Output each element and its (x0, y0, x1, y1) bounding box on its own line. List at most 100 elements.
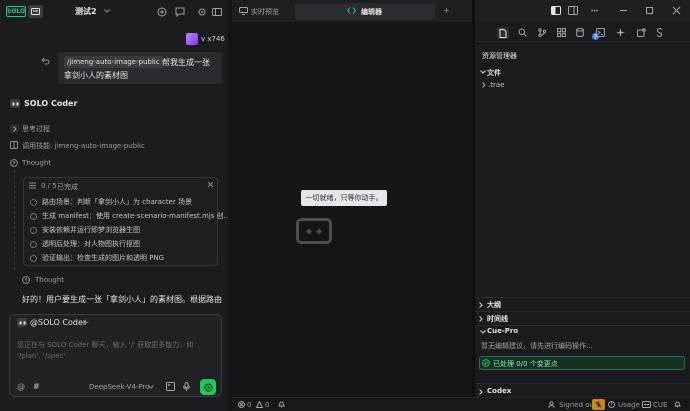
message-text-2: 拿剑小人的素材图 (64, 71, 128, 80)
puzzle-icon[interactable] (637, 28, 646, 37)
terminal-icon[interactable] (596, 28, 605, 37)
chevron-down-icon[interactable] (148, 385, 154, 389)
chevron-down-icon[interactable] (104, 9, 110, 13)
sparkle-icon[interactable] (82, 319, 89, 326)
composer-placeholder-2[interactable]: '/plan', '/spec' (17, 352, 65, 360)
error-icon[interactable] (238, 401, 245, 408)
timeline-section[interactable]: 时间线 (487, 314, 508, 324)
extensions-icon[interactable] (557, 28, 566, 37)
user-avatar (186, 33, 198, 45)
list-icon (29, 182, 36, 189)
image-icon[interactable] (166, 382, 175, 391)
outline-section[interactable]: 大纲 (487, 300, 501, 310)
chevron-right-icon[interactable] (482, 82, 486, 88)
more-icon[interactable] (590, 6, 599, 15)
composer-mention[interactable]: @SOLO Coder (30, 318, 86, 327)
chevron-right-icon[interactable] (479, 316, 483, 322)
clock-icon (10, 159, 18, 167)
layout-icon[interactable] (211, 6, 222, 17)
user-name: v x746 (201, 35, 225, 43)
close-icon[interactable] (672, 6, 681, 15)
cuepro-status: 已处理 0/0 个变更点 (493, 360, 558, 368)
chevron-right-icon[interactable] (10, 124, 19, 133)
usage-label[interactable]: Usage (618, 401, 640, 409)
task-item: 验证输出：检查生成的图片和透明 PNG (30, 253, 164, 263)
skill-call-label: 调用技能: jimeng-auto-image-public (22, 141, 145, 151)
settings-icon[interactable] (196, 6, 207, 17)
cue-icon[interactable] (642, 401, 651, 408)
ai-sparkle-icon[interactable] (616, 28, 625, 37)
code-icon (347, 7, 356, 14)
hash-icon[interactable]: # (33, 382, 40, 391)
message-text-1: 帮我生成一张 (162, 58, 210, 67)
maximize-icon[interactable] (645, 6, 654, 15)
circle-icon (30, 240, 37, 248)
undo-icon[interactable] (41, 57, 50, 65)
tab-editor-label[interactable]: 编辑器 (361, 7, 382, 17)
collapse-icon[interactable] (207, 181, 214, 188)
cue-label[interactable]: CUE (653, 401, 667, 409)
minimize-icon[interactable] (619, 6, 628, 15)
separator (475, 297, 690, 298)
task-item: 路由场景：判断「拿剑小人」为 character 场景 (30, 197, 192, 207)
reply-text: 好的！用户要生成一张「拿剑小人」的素材图。根据路由 (22, 295, 222, 304)
folder-trae[interactable]: .trae (488, 81, 504, 89)
explorer-title: 资源管理器 (482, 52, 517, 60)
layout-left-icon[interactable] (551, 6, 561, 15)
warning-icon[interactable] (256, 401, 263, 408)
task-item: 生成 manifest：使用 create-scenario-manifest.… (30, 211, 230, 221)
separator (475, 325, 690, 326)
bot-icon (17, 318, 27, 327)
skill-call-prefix: 调用技能: (22, 142, 53, 150)
task-text: 安装依赖并运行即梦浏览器生图 (42, 226, 140, 234)
chat-panel: SOLO 测试2 v x746 /jimeng-auto-image-publi… (0, 0, 230, 411)
bot-icon (10, 99, 20, 108)
chevron-down-icon[interactable] (480, 330, 486, 334)
send-button[interactable] (200, 379, 216, 395)
book-icon (10, 141, 18, 149)
tab-preview[interactable]: 实时预览 (251, 7, 279, 17)
robot-icon (296, 218, 332, 244)
task-text: 验证输出：检查生成的图片和透明 PNG (42, 254, 165, 262)
agent-name: SOLO Coder (24, 99, 78, 108)
notification-bell-icon[interactable] (674, 401, 681, 408)
chevron-down-icon[interactable] (480, 70, 486, 74)
at-icon[interactable]: @ (17, 382, 25, 391)
composer-placeholder-1[interactable]: 您正在与 SOLO Coder 聊天，输入 '/' 获取更多能力，如 (17, 340, 193, 350)
mic-icon[interactable] (183, 382, 190, 391)
account-icon[interactable] (548, 401, 555, 408)
task-text: 路由场景：判断「拿剑小人」为 character 场景 (42, 198, 192, 206)
search-icon[interactable] (518, 28, 527, 37)
separator (475, 383, 690, 384)
circle-icon (30, 212, 37, 220)
cue-s-icon[interactable] (656, 28, 663, 37)
solo-logo: SOLO (6, 6, 26, 17)
project-name[interactable]: 测试2 (75, 6, 97, 17)
new-chat-icon[interactable] (156, 6, 167, 17)
chevron-right-icon[interactable] (479, 302, 483, 308)
codex-section[interactable]: Codex (487, 387, 511, 395)
bell-icon[interactable] (278, 401, 285, 408)
database-icon[interactable] (576, 28, 584, 37)
task-text: 透明后处理：对人物图执行抠图 (42, 240, 140, 248)
think-process-toggle[interactable]: 思考过程 (22, 124, 50, 134)
editor-area (232, 22, 472, 397)
git-icon[interactable] (538, 28, 546, 37)
separator (475, 311, 690, 312)
circle-icon (30, 226, 37, 234)
files-section[interactable]: 文件 (487, 68, 501, 78)
model-selector[interactable]: DeepSeek-V4-Pro (89, 383, 150, 391)
task-status: 已完成 (57, 183, 78, 191)
bolt-icon[interactable] (592, 399, 605, 410)
panel-toggle-icon[interactable] (28, 5, 43, 18)
cuepro-section[interactable]: Cue-Pro (487, 327, 518, 335)
history-icon[interactable] (174, 6, 185, 17)
files-icon[interactable] (497, 27, 509, 39)
chevron-right-icon[interactable] (479, 389, 483, 395)
error-count[interactable]: 0 (247, 401, 251, 409)
usage-icon[interactable] (608, 401, 615, 408)
cuepro-hint: 暂无编辑建议，请先进行编码操作... (481, 342, 593, 350)
layout-right-icon[interactable] (568, 6, 578, 15)
add-tab-button[interactable]: + (443, 6, 450, 15)
warning-count[interactable]: 0 (265, 401, 269, 409)
